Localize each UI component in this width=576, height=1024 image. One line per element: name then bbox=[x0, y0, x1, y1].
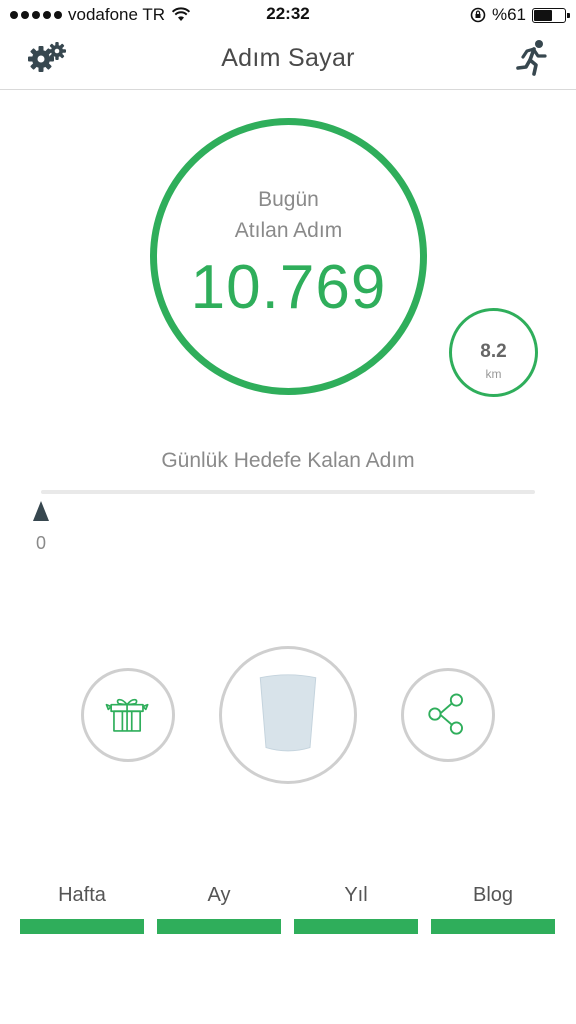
tab-year-indicator bbox=[294, 919, 418, 934]
goal-remaining-label: Günlük Hedefe Kalan Adım bbox=[161, 449, 415, 472]
tab-week-label: Hafta bbox=[58, 884, 106, 906]
tab-month-label: Ay bbox=[207, 884, 231, 906]
today-step-count: 10.769 bbox=[190, 253, 387, 322]
goal-remaining-value: 0 bbox=[35, 533, 46, 553]
goal-progress-track bbox=[41, 490, 535, 494]
gift-icon bbox=[105, 698, 149, 732]
page-title: Adım Sayar bbox=[221, 44, 355, 72]
tab-blog-indicator bbox=[431, 919, 555, 934]
distance-value: 8.2 bbox=[480, 341, 507, 362]
goal-progress-marker bbox=[33, 501, 49, 521]
tab-month-indicator bbox=[157, 919, 281, 934]
battery-percent: %61 bbox=[491, 5, 526, 24]
tab-year-label: Yıl bbox=[344, 884, 368, 906]
tab-blog[interactable]: Blog bbox=[431, 884, 555, 934]
distance-unit: km bbox=[485, 367, 502, 381]
navigation-bar: Adım Sayar bbox=[0, 30, 576, 90]
distance-badge: 8.2 km bbox=[449, 308, 538, 397]
tab-year[interactable]: Yıl bbox=[294, 884, 418, 934]
battery-icon bbox=[532, 7, 570, 23]
steps-taken-label: Atılan Adım bbox=[234, 219, 343, 242]
tab-week[interactable]: Hafta bbox=[20, 884, 144, 934]
tab-blog-label: Blog bbox=[472, 884, 514, 906]
status-right: %61 bbox=[470, 5, 570, 25]
orientation-lock-icon bbox=[470, 7, 486, 23]
running-person-icon bbox=[516, 40, 547, 76]
tab-month[interactable]: Ay bbox=[157, 884, 281, 934]
today-label: Bugün bbox=[258, 188, 319, 211]
water-button[interactable] bbox=[219, 646, 357, 784]
share-button[interactable] bbox=[401, 668, 495, 762]
gift-button[interactable] bbox=[81, 668, 175, 762]
activity-button[interactable] bbox=[512, 38, 552, 78]
status-bar: vodafone TR 22:32 %61 bbox=[0, 0, 576, 30]
share-icon bbox=[428, 693, 463, 735]
water-glass-icon bbox=[259, 674, 317, 752]
tab-week-indicator bbox=[20, 919, 144, 934]
